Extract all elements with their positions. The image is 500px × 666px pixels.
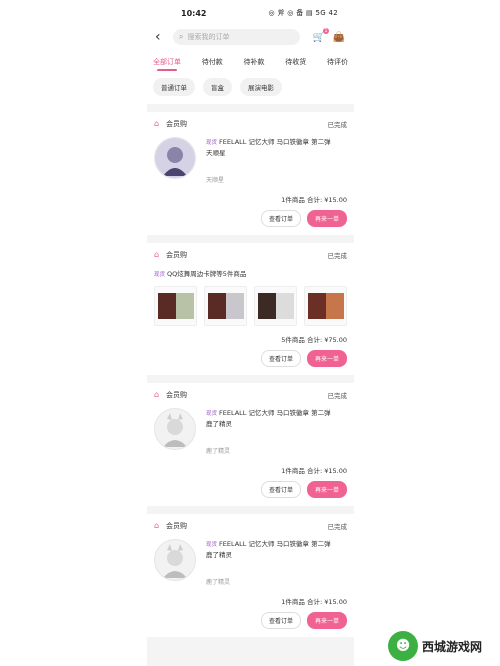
view-order-button[interactable]: 查看订单 [260,481,301,498]
phone-screen: 10:42 ◎ 斧 ◎ 备 ▤ 5G 42 ‹ ⌕ 搜索我的订单 🛒 1 👜 全部… [147,0,354,666]
back-arrow-icon[interactable]: ‹ [155,29,173,45]
reorder-button[interactable]: 再来一单 [306,481,347,498]
search-input[interactable]: ⌕ 搜索我的订单 [173,29,300,45]
order-item[interactable]: 现货 FEELALL 记忆大师 马口铁徽章 第二弹 鹿了精灵 鹿了精灵 [154,539,347,588]
product-spec: 鹿了精灵 [206,579,231,586]
tab-to-receive[interactable]: 待收货 [285,57,306,72]
shop-name[interactable]: 会员购 [166,390,187,400]
search-icon: ⌕ [179,32,184,41]
product-title-2: 鹿了精灵 [206,420,232,428]
order-status: 已完成 [327,121,348,129]
order-item[interactable]: 现货 FEELALL 记忆大师 马口铁徽章 第二弹 鹿了精灵 鹿了精灵 [154,408,347,457]
search-placeholder: 搜索我的订单 [187,33,230,41]
shop-icon: ⌂ [154,119,160,128]
order-total: 1件商品 合计: ¥15.00 [281,467,347,475]
product-image [154,137,196,179]
order-card: ⌂ 会员购 已完成 现货 FEELALL 记忆大师 马口铁徽章 第二弹 鹿了精灵 鹿… [147,514,354,637]
order-card: ⌂ 会员购 已完成 现货 FEELALL 记忆大师 马口铁徽章 第二弹 鹿了精灵 鹿… [147,383,354,506]
reorder-button[interactable]: 再来一单 [306,350,347,367]
cart-icon[interactable]: 🛒 1 [312,28,329,44]
game-logo-icon: ☻ [388,631,418,661]
cart-badge: 1 [323,28,329,34]
product-title: FEELALL 记忆大师 马口铁徽章 第二弹 [219,540,331,548]
product-image [154,286,197,326]
filter-show[interactable]: 展演电影 [240,78,282,96]
order-card: ⌂ 会员购 已完成 现货 QQ炫舞周边卡牌等5件商品 5件商品 合计: ¥75.00… [147,243,354,375]
multi-item-title: QQ炫舞周边卡牌等5件商品 [167,270,247,278]
order-total: 1件商品 合计: ¥15.00 [281,196,347,204]
product-image [204,286,247,326]
shop-name[interactable]: 会员购 [166,521,187,531]
order-status: 已完成 [327,392,348,400]
filter-blindbox[interactable]: 盲盒 [203,78,232,96]
order-status: 已完成 [327,523,348,531]
view-order-button[interactable]: 查看订单 [260,210,301,227]
tab-to-review[interactable]: 待评价 [327,57,348,72]
order-card: ⌂ 会员购 已完成 现货 FEELALL 记忆大师 马口铁徽章 第二弹 天顺星 天顺… [147,112,354,235]
tab-unpaid[interactable]: 待付款 [202,57,223,72]
stock-tag: 现货 [154,272,166,278]
shop-name[interactable]: 会员购 [166,250,187,260]
reorder-button[interactable]: 再来一单 [306,612,347,629]
bag-icon[interactable]: 👜 [332,30,346,44]
stock-tag: 现货 [206,542,218,548]
tab-all[interactable]: 全部订单 [153,57,181,72]
product-image [154,408,196,450]
filter-chips: 普通订单 盲盒 展演电影 [147,72,354,104]
product-image-strip[interactable] [154,286,347,326]
product-image [154,539,196,581]
view-order-button[interactable]: 查看订单 [260,350,301,367]
shop-icon: ⌂ [154,521,160,530]
product-image [304,286,347,326]
shop-icon: ⌂ [154,250,160,259]
product-title: FEELALL 记忆大师 马口铁徽章 第二弹 [219,409,331,417]
product-title-2: 鹿了精灵 [206,551,232,559]
shop-icon: ⌂ [154,390,160,399]
header-bar: ‹ ⌕ 搜索我的订单 🛒 1 👜 [147,26,354,48]
watermark: ☻ 西城游戏网 [380,626,500,666]
watermark-text: 西城游戏网 [422,639,483,654]
order-tabs: 全部订单 待付款 待补款 待收货 待评价 [147,48,354,72]
stock-tag: 现货 [206,411,218,417]
product-title-2: 天顺星 [206,149,226,157]
filter-normal[interactable]: 普通订单 [153,78,195,96]
order-total: 5件商品 合计: ¥75.00 [281,336,347,344]
product-spec: 鹿了精灵 [206,448,231,455]
reorder-button[interactable]: 再来一单 [306,210,347,227]
order-item[interactable]: 现货 FEELALL 记忆大师 马口铁徽章 第二弹 天顺星 天顺星 [154,137,347,186]
status-time: 10:42 [181,8,207,18]
product-title: FEELALL 记忆大师 马口铁徽章 第二弹 [219,138,331,146]
product-spec: 天顺星 [206,177,225,184]
shop-name[interactable]: 会员购 [166,119,187,129]
order-status: 已完成 [327,252,348,260]
tab-supplement[interactable]: 待补款 [244,57,265,72]
view-order-button[interactable]: 查看订单 [260,612,301,629]
order-total: 1件商品 合计: ¥15.00 [281,598,347,606]
stock-tag: 现货 [206,140,218,146]
status-bar: 10:42 ◎ 斧 ◎ 备 ▤ 5G 42 [147,0,354,26]
product-image [254,286,297,326]
status-icons: ◎ 斧 ◎ 备 ▤ 5G 42 [268,9,338,17]
